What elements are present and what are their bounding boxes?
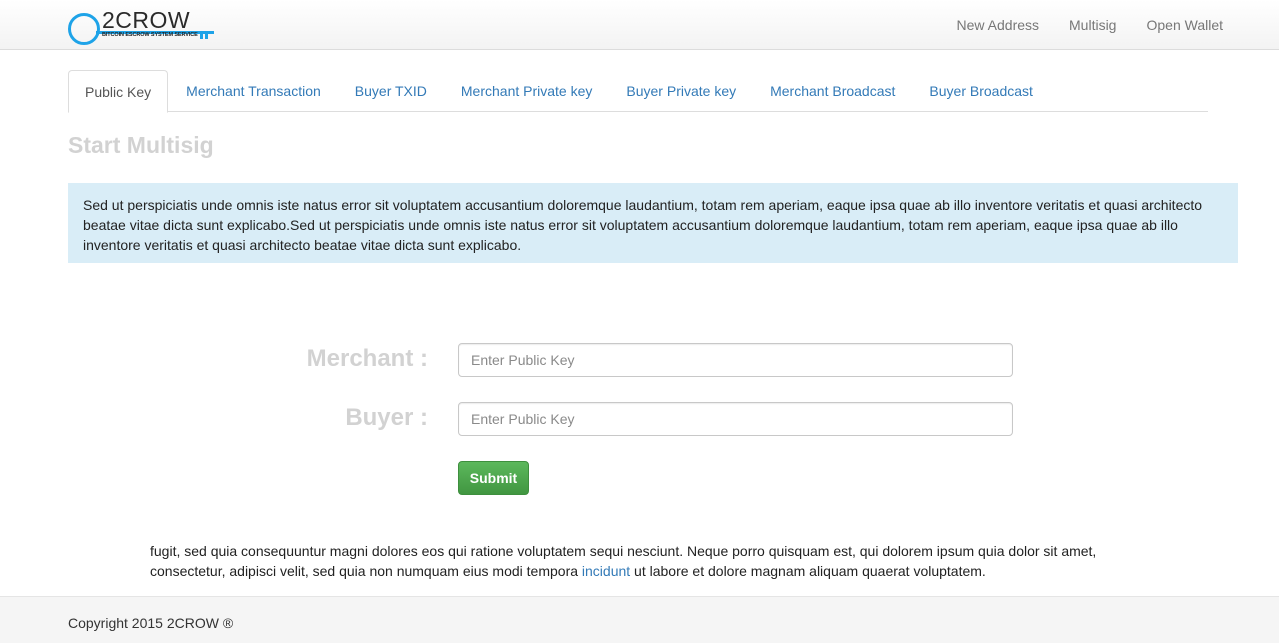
buyer-public-key-input[interactable] bbox=[458, 402, 1013, 436]
tab-merchant-private-key[interactable]: Merchant Private key bbox=[445, 70, 609, 112]
brand-tagline: BITCOIN ESCROW SYSTEM SERVICE bbox=[102, 32, 198, 38]
tab-buyer-private-key[interactable]: Buyer Private key bbox=[610, 70, 752, 112]
footer: Copyright 2015 2CROW ® bbox=[0, 596, 1279, 643]
top-navbar: 2CROW BITCOIN ESCROW SYSTEM SERVICE New … bbox=[0, 0, 1279, 50]
merchant-public-key-input[interactable] bbox=[458, 343, 1013, 377]
nav-open-wallet[interactable]: Open Wallet bbox=[1146, 17, 1223, 33]
info-alert: Sed ut perspiciatis unde omnis iste natu… bbox=[68, 183, 1238, 263]
nav-multisig[interactable]: Multisig bbox=[1069, 17, 1116, 33]
copyright-text: Copyright 2015 2CROW ® bbox=[68, 615, 234, 631]
tab-bar: Public Key Merchant Transaction Buyer TX… bbox=[68, 70, 1208, 113]
tab-buyer-txid[interactable]: Buyer TXID bbox=[339, 70, 443, 112]
page-title: Start Multisig bbox=[68, 132, 214, 158]
tab-buyer-broadcast[interactable]: Buyer Broadcast bbox=[913, 70, 1049, 112]
merchant-label: Merchant : bbox=[306, 345, 428, 372]
tab-merchant-broadcast[interactable]: Merchant Broadcast bbox=[754, 70, 911, 112]
bottom-text-end: ut labore et dolore magnam aliquam quaer… bbox=[630, 563, 986, 579]
nav-links: New Address Multisig Open Wallet bbox=[927, 0, 1223, 50]
logo-ring-icon bbox=[68, 13, 100, 45]
brand-logo[interactable]: 2CROW BITCOIN ESCROW SYSTEM SERVICE bbox=[66, 7, 216, 48]
buyer-label: Buyer : bbox=[345, 404, 428, 431]
brand-name: 2CROW bbox=[102, 7, 191, 33]
submit-button[interactable]: Submit bbox=[458, 461, 529, 495]
tab-public-key[interactable]: Public Key bbox=[68, 70, 169, 113]
nav-new-address[interactable]: New Address bbox=[957, 17, 1039, 33]
tab-merchant-transaction[interactable]: Merchant Transaction bbox=[170, 70, 337, 112]
key-icon bbox=[198, 29, 212, 39]
incidunt-link[interactable]: incidunt bbox=[582, 563, 630, 579]
bottom-paragraph: fugit, sed quia consequuntur magni dolor… bbox=[150, 541, 1140, 581]
